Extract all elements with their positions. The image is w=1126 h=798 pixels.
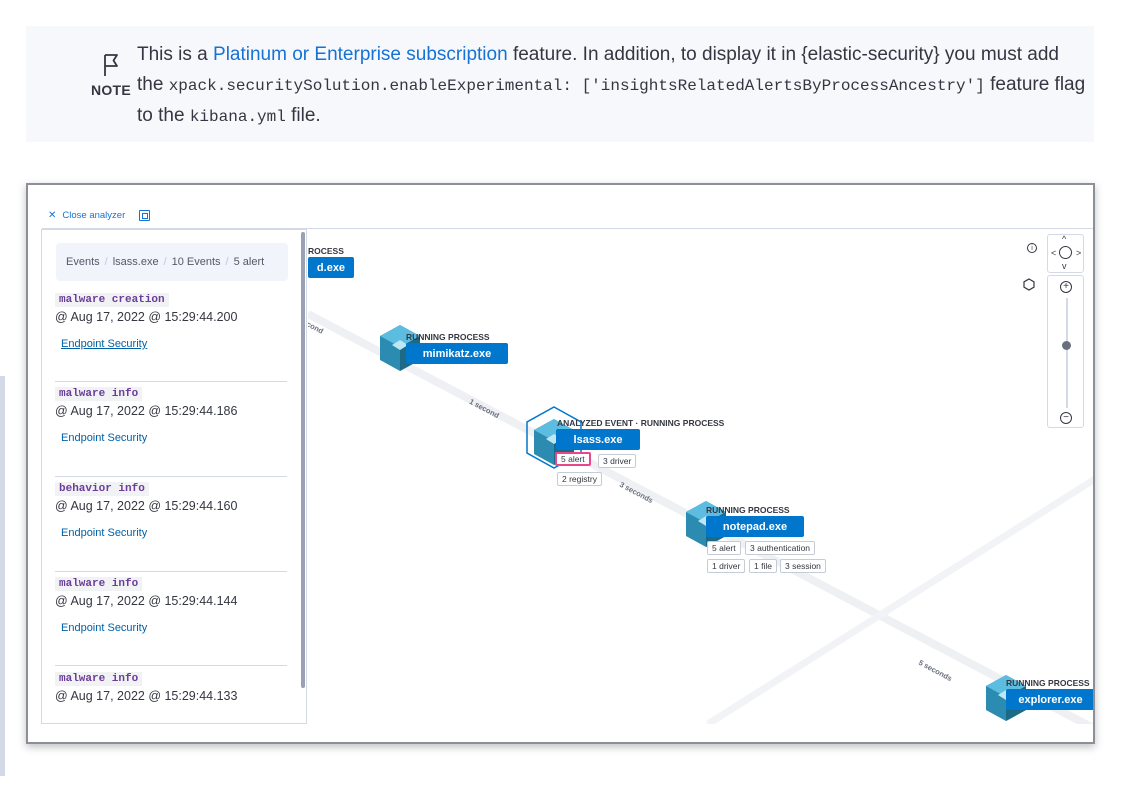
alert-pill[interactable]: 5 alert (555, 452, 591, 466)
breadcrumb-item: 5 alert (233, 256, 265, 268)
info-icon[interactable]: i (1027, 243, 1037, 253)
node-button-explorer[interactable]: explorer.exe (1006, 689, 1093, 710)
event-link[interactable]: Endpoint Security (61, 622, 289, 634)
note-text-part: This is a (137, 44, 214, 65)
breadcrumb-item[interactable]: Events (66, 256, 100, 268)
breadcrumb: Events / lsass.exe / 10 Events / 5 alert (56, 243, 288, 281)
event-detail-panel: Events / lsass.exe / 10 Events / 5 alert ma… (41, 229, 307, 724)
divider (55, 476, 287, 477)
pan-right-icon[interactable]: > (1076, 248, 1081, 258)
schema-hexagon-icon[interactable] (1023, 278, 1035, 291)
close-analyzer-button[interactable]: Close analyzer (62, 210, 125, 221)
event-link[interactable]: Endpoint Security (61, 527, 289, 539)
event-pill[interactable]: 1 file (749, 559, 777, 573)
note-text: This is a Platinum or Enterprise subscri… (137, 40, 1087, 132)
pan-left-icon[interactable]: < (1051, 248, 1056, 258)
list-item: malware info @ Aug 17, 2022 @ 15:29:44.1… (55, 383, 289, 444)
node-title: RUNNING PROCESS (1006, 678, 1090, 688)
kibana-yml-code: kibana.yml (189, 108, 286, 126)
close-analyzer-row: ✕ Close analyzer (48, 210, 151, 221)
event-category: malware creation (55, 293, 169, 307)
note-callout: NOTE This is a Platinum or Enterprise su… (26, 26, 1094, 142)
feature-flag-code: xpack.securitySolution.enableExperimenta… (168, 77, 985, 95)
node-title: ROCESS (308, 246, 344, 256)
event-timestamp: @ Aug 17, 2022 @ 15:29:44.144 (55, 594, 238, 608)
list-item: behavior info @ Aug 17, 2022 @ 15:29:44.… (55, 478, 289, 539)
event-timestamp: @ Aug 17, 2022 @ 15:29:44.133 (55, 689, 238, 703)
event-pill[interactable]: 3 driver (598, 454, 637, 468)
node-button-lsass[interactable]: lsass.exe (556, 429, 640, 450)
zoom-out-icon[interactable]: − (1060, 412, 1072, 424)
breadcrumb-separator: / (225, 256, 229, 268)
breadcrumb-separator: / (163, 256, 167, 268)
event-category: malware info (55, 387, 143, 401)
subscription-link[interactable]: Platinum or Enterprise subscription (213, 44, 508, 65)
event-category: behavior info (55, 482, 149, 496)
node-title: RUNNING PROCESS (706, 505, 790, 515)
pan-up-icon[interactable]: ^ (1062, 234, 1066, 244)
divider (55, 381, 287, 382)
node-button-top[interactable]: d.exe (308, 257, 354, 278)
zoom-control: + − (1047, 275, 1084, 428)
zoom-in-icon[interactable]: + (1060, 281, 1072, 293)
graph-edges (308, 310, 1093, 724)
close-icon[interactable]: ✕ (48, 210, 56, 221)
note-text-part: file. (285, 105, 321, 126)
pan-down-icon[interactable]: v (1062, 261, 1067, 271)
breadcrumb-separator: / (104, 256, 108, 268)
divider (55, 665, 287, 666)
event-timestamp: @ Aug 17, 2022 @ 15:29:44.160 (55, 499, 238, 513)
list-item: malware info @ Aug 17, 2022 @ 15:29:44.1… (55, 668, 289, 703)
event-category: malware info (55, 577, 143, 591)
node-title: ANALYZED EVENT · RUNNING PROCESS (557, 418, 725, 428)
list-item: malware creation @ Aug 17, 2022 @ 15:29:… (55, 289, 289, 350)
event-category: malware info (55, 672, 143, 686)
panel-scrollbar[interactable] (301, 232, 305, 688)
divider (55, 571, 287, 572)
node-button-notepad[interactable]: notepad.exe (706, 516, 804, 537)
event-pill[interactable]: 2 registry (557, 472, 602, 486)
node-button-mimikatz[interactable]: mimikatz.exe (406, 343, 508, 364)
event-timestamp: @ Aug 17, 2022 @ 15:29:44.200 (55, 310, 238, 324)
analyzer-screenshot: ✕ Close analyzer Events / lsass.exe / 10 E… (26, 183, 1095, 744)
pan-control[interactable]: ^ < > v (1047, 234, 1084, 273)
fullscreen-icon[interactable] (139, 210, 151, 221)
alert-pill[interactable]: 5 alert (707, 541, 741, 555)
node-title: RUNNING PROCESS (406, 332, 490, 342)
event-pill[interactable]: 1 driver (707, 559, 746, 573)
list-item: malware info @ Aug 17, 2022 @ 15:29:44.1… (55, 573, 289, 634)
page-left-border (0, 376, 5, 776)
zoom-slider-track[interactable] (1066, 298, 1068, 408)
event-pill[interactable]: 3 session (780, 559, 826, 573)
process-graph[interactable]: cond 1 second 3 seconds 5 seconds ROCESS… (308, 229, 1093, 724)
event-timestamp: @ Aug 17, 2022 @ 15:29:44.186 (55, 404, 238, 418)
breadcrumb-item[interactable]: lsass.exe (113, 256, 159, 268)
zoom-slider-thumb[interactable] (1062, 341, 1071, 350)
center-icon[interactable] (1059, 246, 1072, 259)
event-link[interactable]: Endpoint Security (61, 338, 289, 350)
flag-icon (86, 52, 136, 78)
event-link[interactable]: Endpoint Security (61, 432, 289, 444)
breadcrumb-item[interactable]: 10 Events (172, 256, 221, 268)
event-pill[interactable]: 3 authentication (745, 541, 816, 555)
